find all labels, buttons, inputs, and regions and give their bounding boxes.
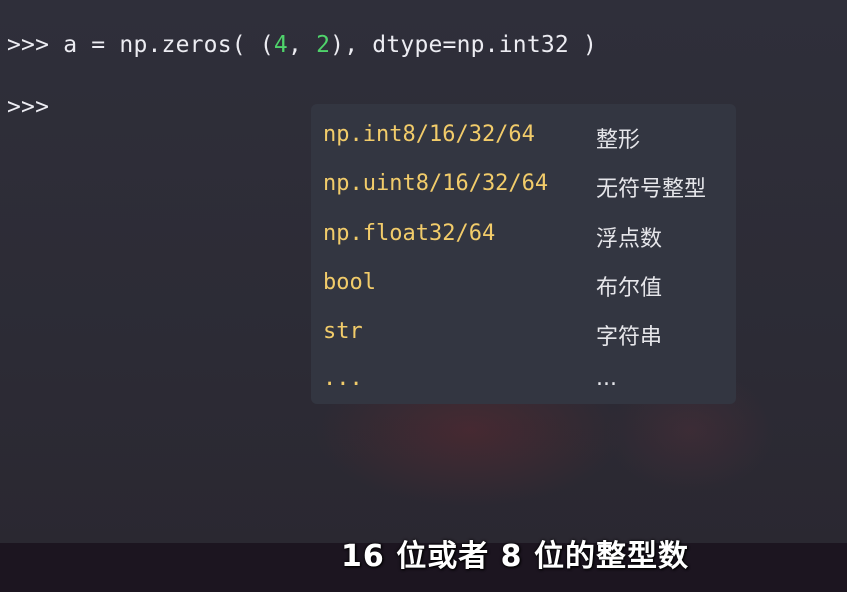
prompt: >>> xyxy=(7,94,50,120)
dtype-meaning: 无符号整型 xyxy=(596,177,707,202)
dtype-row-int: np.int8/16/32/64 整形 xyxy=(311,116,736,156)
dtype-meaning: ... xyxy=(596,366,617,391)
dtype-meaning: 整形 xyxy=(596,128,641,153)
dtype-name: np.int8/16/32/64 xyxy=(323,122,535,147)
dtype-meaning: 浮点数 xyxy=(596,227,663,252)
dtype-name: str xyxy=(323,319,363,344)
dtype-row-float: np.float32/64 浮点数 xyxy=(311,215,736,255)
number-literal: 4 xyxy=(273,32,288,58)
dtype-meaning: 布尔值 xyxy=(596,276,663,301)
code-text: , xyxy=(287,32,317,58)
dtype-row-bool: bool 布尔值 xyxy=(311,264,736,304)
dtype-row-more: ... ... xyxy=(311,360,736,400)
dtype-name: np.float32/64 xyxy=(323,221,496,246)
terminal-line-2[interactable]: >>> xyxy=(7,94,49,120)
dtype-row-str: str 字符串 xyxy=(311,313,736,353)
dtype-name: np.uint8/16/32/64 xyxy=(323,171,549,196)
dtype-meaning: 字符串 xyxy=(596,325,663,350)
video-subtitle: 16 位或者 8 位的整型数 xyxy=(341,539,689,574)
dtype-reference-popup: np.int8/16/32/64 整形 np.uint8/16/32/64 无符… xyxy=(311,104,736,404)
prompt: >>> xyxy=(7,32,50,58)
number-literal: 2 xyxy=(316,32,331,58)
terminal-line-1: >>> a = np.zeros( (4, 2), dtype=np.int32… xyxy=(7,32,597,58)
dtype-name: ... xyxy=(323,366,363,391)
code-text: a = np.zeros( ( xyxy=(49,32,274,58)
code-text: ), dtype=np.int32 ) xyxy=(330,32,598,58)
terminal-screen: >>> a = np.zeros( (4, 2), dtype=np.int32… xyxy=(0,0,847,592)
dtype-name: bool xyxy=(323,270,376,295)
dtype-row-uint: np.uint8/16/32/64 无符号整型 xyxy=(311,165,736,205)
